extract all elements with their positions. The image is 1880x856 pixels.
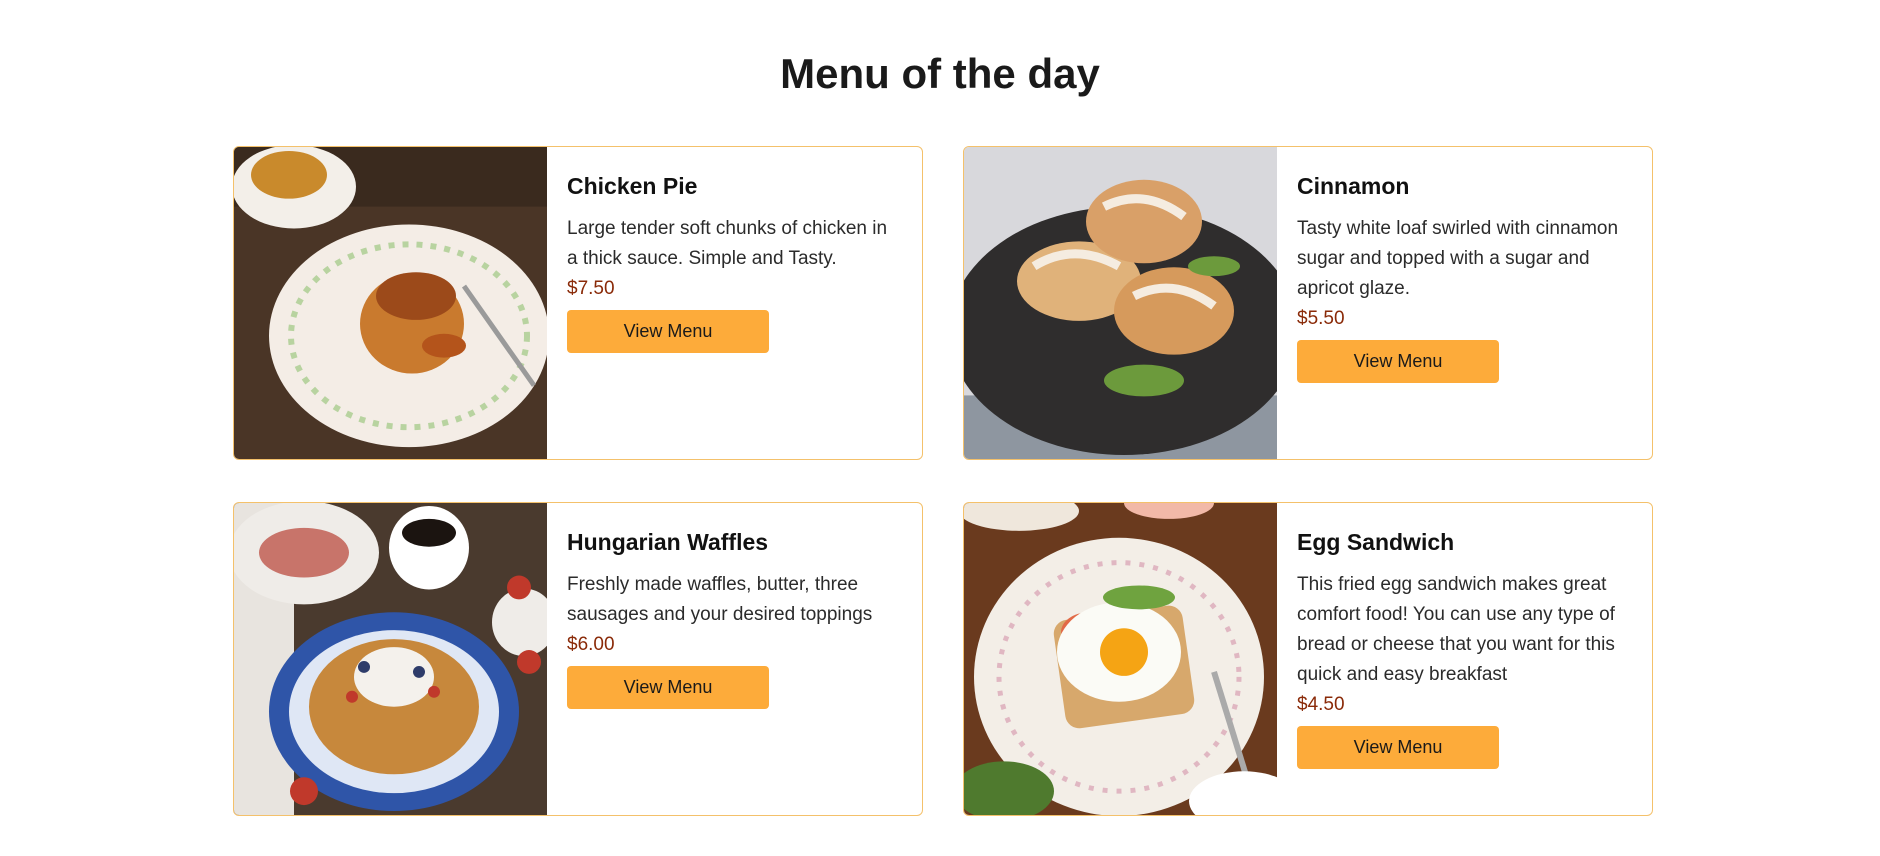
egg-sandwich-photo (964, 503, 1277, 815)
item-price: $6.00 (567, 634, 615, 655)
page-title: Menu of the day (780, 50, 1100, 97)
menu-card-egg-sandwich: Egg Sandwich This fried egg sandwich mak… (963, 502, 1653, 816)
menu-card-cinnamon: Cinnamon Tasty white loaf swirled with c… (963, 146, 1653, 460)
item-price: $5.50 (1297, 308, 1345, 329)
item-description: Tasty white loaf swirled with cinnamon s… (1297, 218, 1619, 299)
item-name: Hungarian Waffles (567, 529, 769, 555)
item-name: Chicken Pie (567, 173, 698, 199)
menu-card-chicken-pie: Chicken Pie Large tender soft chunks of … (233, 146, 923, 460)
item-description: This fried egg sandwich makes great comf… (1297, 574, 1615, 685)
item-name: Cinnamon (1297, 173, 1410, 199)
item-description: Freshly made waffles, butter, three saus… (567, 574, 873, 625)
view-menu-button[interactable]: View Menu (567, 666, 769, 709)
chicken-pie-photo (234, 147, 547, 459)
menu-grid: Chicken Pie Large tender soft chunks of … (233, 146, 1653, 816)
cinnamon-bread-photo (964, 147, 1277, 459)
item-description: Large tender soft chunks of chicken in a… (567, 218, 888, 269)
view-menu-button[interactable]: View Menu (567, 310, 769, 353)
item-name: Egg Sandwich (1297, 529, 1455, 555)
menu-card-body: Egg Sandwich This fried egg sandwich mak… (1277, 503, 1652, 815)
menu-card-body: Hungarian Waffles Freshly made waffles, … (547, 503, 922, 815)
item-price: $7.50 (567, 278, 615, 299)
item-price: $4.50 (1297, 694, 1345, 715)
menu-card-hungarian-waffles: Hungarian Waffles Freshly made waffles, … (233, 502, 923, 816)
view-menu-button[interactable]: View Menu (1297, 726, 1499, 769)
menu-page: Menu of the day Chicken Pie Large tender… (0, 0, 1880, 856)
menu-card-body: Cinnamon Tasty white loaf swirled with c… (1277, 147, 1652, 459)
view-menu-button[interactable]: View Menu (1297, 340, 1499, 383)
menu-card-body: Chicken Pie Large tender soft chunks of … (547, 147, 922, 459)
waffles-photo (234, 503, 547, 815)
